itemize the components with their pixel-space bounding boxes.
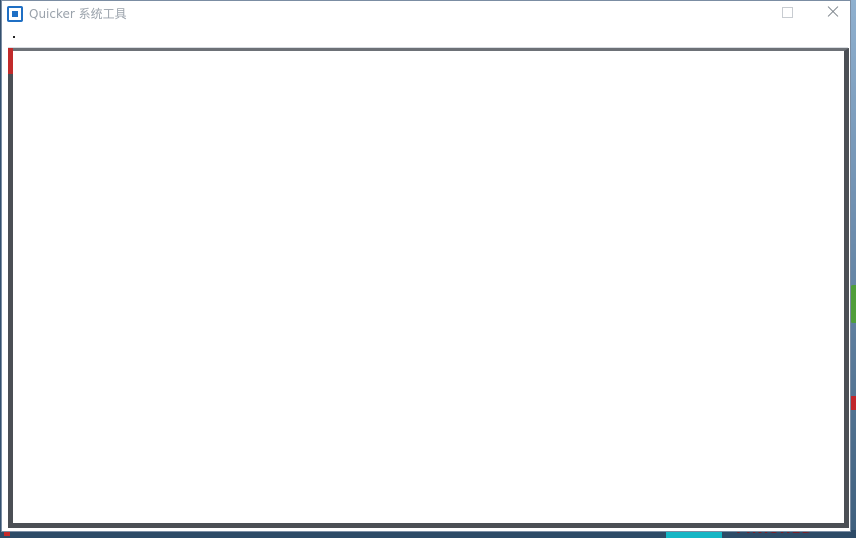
- content-area: [13, 51, 844, 523]
- app-logo-icon: [7, 6, 23, 22]
- menu-marker-icon: [13, 36, 15, 38]
- window-title: Quicker 系统工具: [29, 7, 127, 21]
- close-button[interactable]: [820, 1, 846, 23]
- maximize-button[interactable]: [774, 1, 800, 23]
- frame-accent: [8, 48, 13, 74]
- content-frame: [8, 48, 849, 528]
- title-bar[interactable]: Quicker 系统工具: [2, 1, 850, 27]
- menu-strip: [8, 27, 848, 48]
- app-window: Quicker 系统工具: [1, 0, 851, 532]
